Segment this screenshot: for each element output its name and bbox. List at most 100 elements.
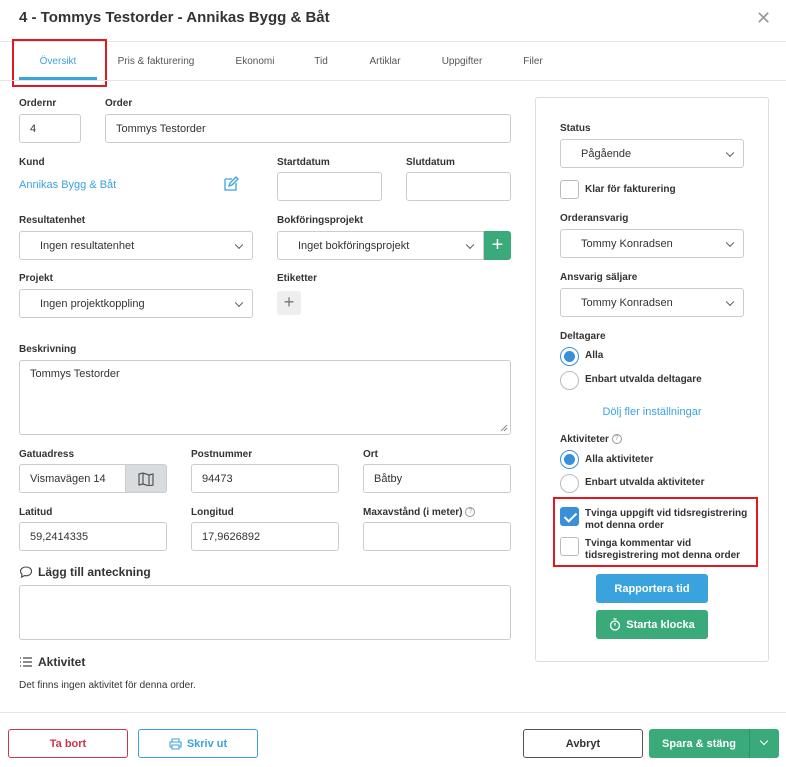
anteckning-title: Lägg till anteckning <box>38 565 151 579</box>
saljare-select[interactable]: Tommy Konradsen <box>560 288 744 317</box>
force-task-label: Tvinga uppgift vid tidsregistrering mot … <box>585 508 747 532</box>
chevron-down-icon <box>725 148 735 157</box>
starta-klocka-button[interactable]: Starta klocka <box>596 610 708 639</box>
add-etikett-button[interactable]: + <box>277 291 301 315</box>
startdatum-label: Startdatum <box>277 157 330 168</box>
ordernr-label: Ordernr <box>19 98 57 109</box>
aktivitet-empty-text: Det finns ingen aktivitet för denna orde… <box>19 680 196 691</box>
force-comment-label-line2: tidsregistrering mot denna order <box>585 550 741 561</box>
etiketter-label: Etiketter <box>277 273 318 284</box>
help-icon[interactable]: ? <box>611 434 622 445</box>
status-select[interactable]: Pågående <box>560 139 744 168</box>
rapportera-tid-button[interactable]: Rapportera tid <box>596 574 708 603</box>
gatuadress-input[interactable]: Vismavägen 14 <box>19 464 126 493</box>
beskrivning-textarea[interactable]: Tommys Testorder <box>19 360 511 435</box>
dialog-title: 4 - Tommys Testorder - Annikas Bygg & Bå… <box>19 9 330 26</box>
add-bokforingsprojekt-button[interactable]: + <box>484 231 511 260</box>
force-comment-checkbox[interactable] <box>560 537 579 556</box>
save-close-label: Spara & stäng <box>662 737 736 750</box>
delete-label: Ta bort <box>49 737 87 750</box>
resultatenhet-value: Ingen resultatenhet <box>40 239 135 252</box>
projekt-value: Ingen projektkoppling <box>40 297 145 310</box>
tab-tid[interactable]: Tid <box>306 56 336 67</box>
tabs-divider <box>0 80 786 81</box>
projekt-select[interactable]: Ingen projektkoppling <box>19 289 253 318</box>
force-task-label-line2: mot denna order <box>585 520 664 531</box>
latitud-label: Latitud <box>19 507 53 518</box>
orderansvarig-value: Tommy Konradsen <box>581 237 673 250</box>
deltagare-alla-radio[interactable] <box>560 347 579 366</box>
ort-input[interactable]: Båtby <box>363 464 511 493</box>
aktiviteter-alla-radio[interactable] <box>560 450 579 469</box>
bokforingsprojekt-select[interactable]: Inget bokföringsprojekt <box>277 231 484 260</box>
chevron-down-icon <box>234 298 244 307</box>
ordernr-input[interactable]: 4 <box>19 114 81 143</box>
saljare-value: Tommy Konradsen <box>581 296 673 309</box>
edit-icon[interactable] <box>223 176 239 192</box>
startdatum-input[interactable] <box>277 172 382 201</box>
deltagare-utvalda-label: Enbart utvalda deltagare <box>585 374 702 385</box>
chevron-down-icon <box>759 736 769 746</box>
aktiviteter-utvalda-radio[interactable] <box>560 474 579 493</box>
anteckning-textarea[interactable] <box>19 585 511 640</box>
tab-artiklar[interactable]: Artiklar <box>361 56 409 67</box>
bokforingsprojekt-value: Inget bokföringsprojekt <box>298 239 410 252</box>
plus-icon: + <box>491 234 504 256</box>
delete-button[interactable]: Ta bort <box>8 729 128 758</box>
resultatenhet-select[interactable]: Ingen resultatenhet <box>19 231 253 260</box>
print-label: Skriv ut <box>186 737 228 750</box>
footer-divider <box>0 712 786 713</box>
save-close-button[interactable]: Spara & stäng <box>649 729 749 758</box>
cancel-button[interactable]: Avbryt <box>523 729 643 758</box>
print-button[interactable]: Skriv ut <box>138 729 258 758</box>
postnummer-input[interactable]: 94473 <box>191 464 339 493</box>
deltagare-utvalda-radio[interactable] <box>560 371 579 390</box>
kund-link[interactable]: Annikas Bygg & Båt <box>19 179 116 191</box>
chevron-down-icon <box>725 297 735 306</box>
ort-label: Ort <box>363 449 378 460</box>
aktiviteter-alla-label: Alla aktiviteter <box>585 454 654 465</box>
tab-uppgifter[interactable]: Uppgifter <box>434 56 490 67</box>
plus-icon: + <box>283 292 295 312</box>
postnummer-label: Postnummer <box>191 449 253 460</box>
latitud-input[interactable]: 59,2414335 <box>19 522 167 551</box>
deltagare-label: Deltagare <box>560 331 606 342</box>
status-value: Pågående <box>581 147 632 160</box>
tab-filer[interactable]: Filer <box>516 56 550 67</box>
maxavstand-input[interactable] <box>363 522 511 551</box>
orderansvarig-select[interactable]: Tommy Konradsen <box>560 229 744 258</box>
help-icon[interactable]: ? <box>465 507 476 518</box>
cancel-label: Avbryt <box>565 737 601 750</box>
beskrivning-value: Tommys Testorder <box>30 368 120 380</box>
force-task-checkbox[interactable] <box>560 507 579 526</box>
header-divider <box>0 41 786 42</box>
gatuadress-label: Gatuadress <box>19 449 75 460</box>
map-button[interactable] <box>125 464 167 493</box>
status-label: Status <box>560 123 591 134</box>
deltagare-alla-label: Alla <box>585 350 604 361</box>
kund-label: Kund <box>19 157 45 168</box>
maxavstand-label-wrap: Maxavstånd (i meter) ? <box>363 507 476 518</box>
resultatenhet-label: Resultatenhet <box>19 215 86 226</box>
maxavstand-label: Maxavstånd (i meter) <box>363 507 463 518</box>
list-icon <box>19 656 33 668</box>
tab-pris-fakturering[interactable]: Pris & fakturering <box>112 56 200 67</box>
rapportera-tid-label: Rapportera tid <box>614 582 690 595</box>
slutdatum-label: Slutdatum <box>406 157 455 168</box>
resize-handle-icon <box>500 424 508 432</box>
bokforingsprojekt-label: Bokföringsprojekt <box>277 215 364 226</box>
force-comment-label: Tvinga kommentar vid tidsregistrering mo… <box>585 538 740 562</box>
klar-for-fakturering-label: Klar för fakturering <box>585 184 676 195</box>
tab-ekonomi[interactable]: Ekonomi <box>226 56 284 67</box>
slutdatum-input[interactable] <box>406 172 511 201</box>
map-icon <box>138 471 154 486</box>
close-icon[interactable]: ✕ <box>756 9 771 27</box>
stopwatch-icon <box>610 618 621 631</box>
longitud-input[interactable]: 17,9626892 <box>191 522 339 551</box>
hide-settings-link[interactable]: Dölj fler inställningar <box>560 406 744 418</box>
klar-for-fakturering-checkbox[interactable] <box>560 180 579 199</box>
force-comment-label-line1: Tvinga kommentar vid <box>585 538 692 549</box>
force-task-label-line1: Tvinga uppgift vid tidsregistrering <box>585 508 748 519</box>
save-options-dropdown[interactable] <box>749 729 779 758</box>
order-input[interactable]: Tommys Testorder <box>105 114 511 143</box>
